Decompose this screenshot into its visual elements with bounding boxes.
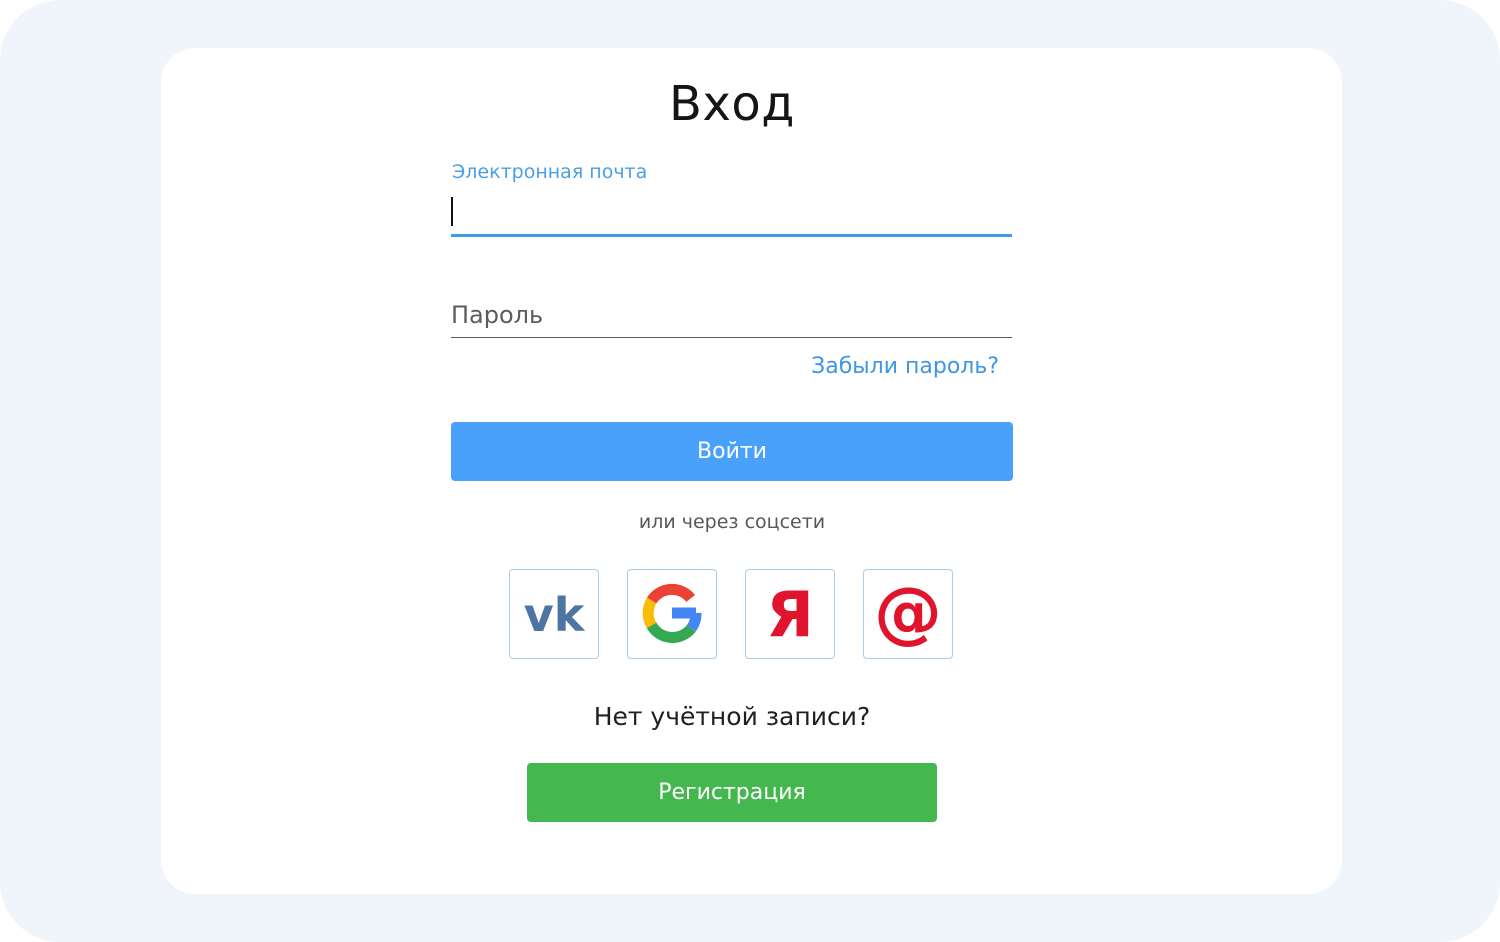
google-icon [641, 582, 703, 647]
register-button[interactable]: Регистрация [527, 763, 937, 822]
yandex-login-button[interactable]: Я [745, 569, 835, 659]
vk-login-button[interactable]: vk [509, 569, 599, 659]
svg-text:vk: vk [524, 591, 586, 635]
page-title: Вход [669, 76, 795, 132]
svg-text:Я: Я [766, 580, 814, 646]
email-label: Электронная почта [452, 161, 648, 183]
text-caret [451, 197, 453, 226]
forgot-password-link[interactable]: Забыли пароль? [811, 354, 999, 379]
login-button[interactable]: Войти [451, 422, 1013, 481]
mailru-login-button[interactable]: @ [863, 569, 953, 659]
password-field[interactable] [451, 292, 1012, 338]
social-login-caption: или через соцсети [638, 511, 826, 533]
email-field[interactable] [451, 190, 1012, 237]
vk-icon: vk [521, 588, 587, 642]
mailru-icon: @ [873, 573, 943, 652]
svg-text:@: @ [874, 578, 942, 648]
google-login-button[interactable] [627, 569, 717, 659]
no-account-text: Нет учётной записи? [593, 702, 871, 731]
yandex-icon: Я [765, 578, 815, 651]
